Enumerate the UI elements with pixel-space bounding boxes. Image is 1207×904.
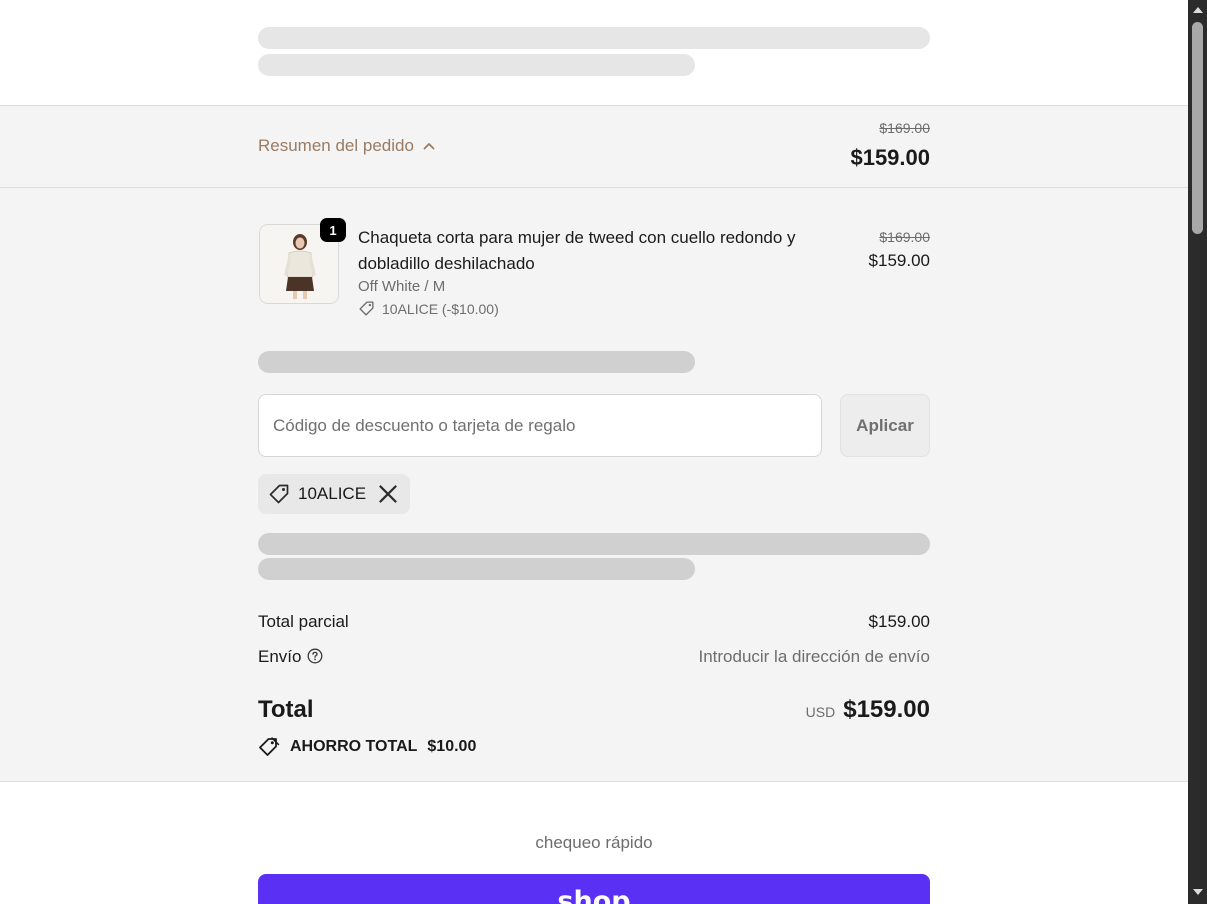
applied-discount-chip: 10ALICE <box>258 474 411 514</box>
scroll-up-arrow-icon[interactable] <box>1191 4 1204 16</box>
shipping-row: Envío <box>258 647 323 667</box>
quantity-badge: 1 <box>320 218 346 242</box>
skeleton-bar <box>258 558 695 580</box>
product-discount: 10ALICE (-$10.00) <box>358 300 499 317</box>
summary-current-price: $159.00 <box>850 145 930 170</box>
scrollbar-thumb[interactable] <box>1192 22 1203 234</box>
chevron-up-icon <box>423 143 435 150</box>
product-price: $159.00 <box>868 251 930 270</box>
vertical-scrollbar[interactable] <box>1188 0 1207 904</box>
product-variant: Off White / M <box>358 278 446 295</box>
product-discount-text: 10ALICE (-$10.00) <box>382 300 499 317</box>
discount-tag-icon <box>359 301 374 316</box>
remove-discount-button[interactable] <box>378 484 398 504</box>
subtotal-value: $159.00 <box>868 612 930 631</box>
order-summary-toggle-label: Resumen del pedido <box>258 136 414 155</box>
order-summary-toggle[interactable]: Resumen del pedido <box>258 136 436 156</box>
total-amount: USD $159.00 <box>806 696 930 724</box>
shipping-label: Envío <box>258 647 302 666</box>
help-circle-icon[interactable] <box>307 648 323 664</box>
skeleton-bar <box>258 27 930 49</box>
total-savings: AHORRO TOTAL $10.00 <box>258 736 476 758</box>
order-summary-toggle-bar <box>0 106 1188 188</box>
subtotal-label: Total parcial <box>258 612 349 631</box>
savings-label: AHORRO TOTAL <box>290 738 418 755</box>
express-checkout-label: chequeo rápido <box>535 833 653 852</box>
summary-original-price: $169.00 <box>879 120 930 136</box>
discount-tag-icon <box>269 484 289 504</box>
discount-code-input[interactable] <box>258 394 822 457</box>
shipping-value: Introducir la dirección de envío <box>698 647 930 666</box>
order-summary-panel <box>0 188 1188 782</box>
savings-value: $10.00 <box>427 738 477 755</box>
total-currency: USD <box>805 704 836 720</box>
shop-pay-button[interactable]: shop <box>258 874 930 904</box>
skeleton-bar <box>258 351 695 373</box>
total-value: $159.00 <box>843 696 930 723</box>
apply-discount-button[interactable]: Aplicar <box>840 394 930 457</box>
scroll-down-arrow-icon[interactable] <box>1191 886 1204 898</box>
close-icon <box>379 485 397 503</box>
product-title: Chaqueta corta para mujer de tweed con c… <box>358 228 796 273</box>
header-loading-area <box>0 0 1188 106</box>
checkout-page: Resumen del pedido $169.00 $159.00 1 Cha… <box>0 0 1188 904</box>
savings-tag-icon <box>259 737 280 756</box>
total-label: Total <box>258 696 314 723</box>
skeleton-bar <box>258 533 930 555</box>
product-original-price: $169.00 <box>879 229 930 245</box>
applied-discount-code: 10ALICE <box>298 484 367 503</box>
skeleton-bar <box>258 54 695 76</box>
